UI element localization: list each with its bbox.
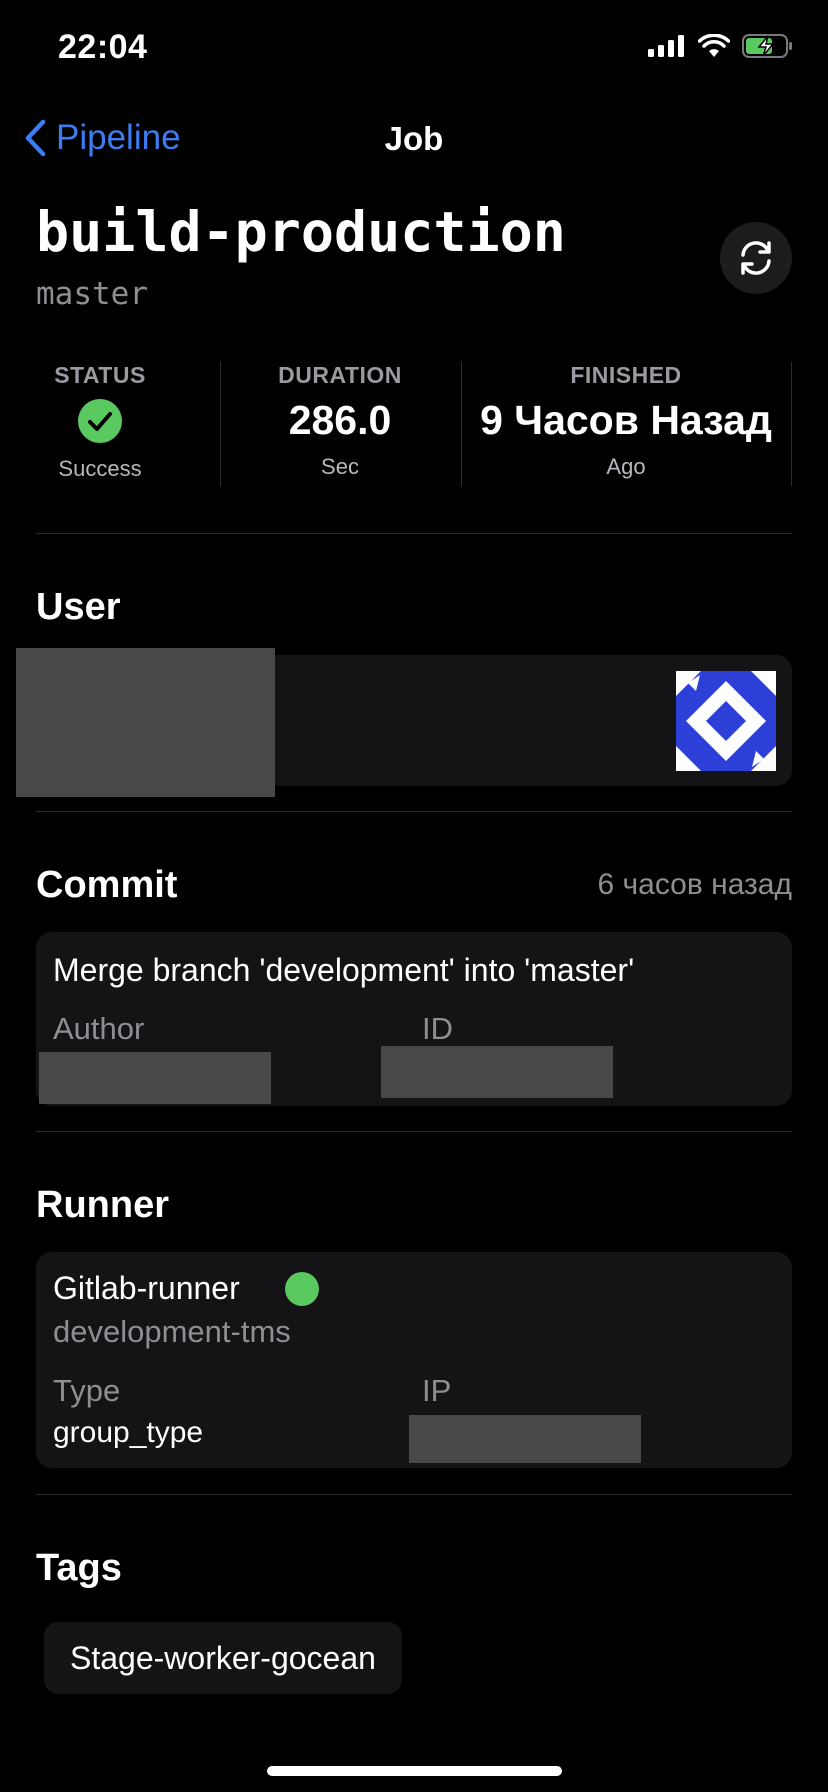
runner-type-value: group_type	[53, 1416, 204, 1449]
job-name: build-production	[36, 200, 566, 264]
stat-finished-label: FINISHED	[570, 362, 682, 388]
wifi-icon	[698, 34, 730, 57]
section-divider	[36, 811, 792, 812]
redacted-user-name	[16, 648, 275, 797]
refresh-button[interactable]	[720, 222, 792, 294]
runner-ip-label: IP	[422, 1373, 452, 1408]
commit-author-label: Author	[53, 1011, 145, 1046]
runner-section-title: Runner	[36, 1184, 169, 1226]
stat-status: STATUS Success	[36, 362, 164, 482]
redacted-commit-id	[381, 1046, 613, 1098]
stat-duration-value: 286.0	[288, 397, 392, 443]
redacted-commit-author	[39, 1052, 271, 1104]
stat-divider	[220, 362, 221, 486]
stat-finished-sub: Ago	[606, 454, 646, 479]
runner-online-indicator	[285, 1272, 319, 1306]
stat-duration: DURATION 286.0 Sec	[240, 362, 440, 480]
home-indicator[interactable]	[267, 1766, 562, 1776]
stat-duration-label: DURATION	[278, 362, 402, 388]
runner-description: development-tms	[53, 1314, 291, 1349]
commit-time-ago: 6 часов назад	[597, 868, 793, 901]
branch-name: master	[36, 276, 148, 312]
section-divider	[36, 1494, 792, 1495]
stat-divider	[461, 362, 462, 486]
success-check-icon	[78, 399, 122, 443]
status-bar-icons	[648, 34, 794, 58]
user-avatar	[676, 671, 776, 771]
cellular-signal-icon	[648, 35, 684, 57]
nav-title: Job	[384, 120, 444, 157]
runner-name: Gitlab-runner	[53, 1270, 240, 1306]
commit-section-title: Commit	[36, 864, 178, 906]
tags-section-title: Tags	[36, 1547, 122, 1589]
stat-finished-value: 9 Часов Назад	[480, 397, 772, 443]
refresh-icon	[741, 241, 771, 275]
tag-chip[interactable]: Stage-worker-gocean	[44, 1622, 402, 1694]
user-section-title: User	[36, 586, 121, 628]
stat-divider	[791, 362, 792, 486]
stat-status-value: Success	[58, 456, 142, 481]
stat-duration-unit: Sec	[321, 454, 359, 479]
section-divider	[36, 533, 792, 534]
runner-type-label: Type	[53, 1373, 121, 1408]
stat-finished: FINISHED 9 Часов Назад Ago	[466, 362, 786, 480]
commit-id-label: ID	[422, 1011, 453, 1046]
section-divider	[36, 1131, 792, 1132]
battery-charging-icon	[742, 34, 792, 58]
status-bar-time: 22:04	[58, 28, 148, 66]
commit-message: Merge branch 'development' into 'master'	[53, 952, 635, 988]
stat-status-label: STATUS	[54, 362, 146, 388]
redacted-runner-ip	[409, 1415, 641, 1463]
